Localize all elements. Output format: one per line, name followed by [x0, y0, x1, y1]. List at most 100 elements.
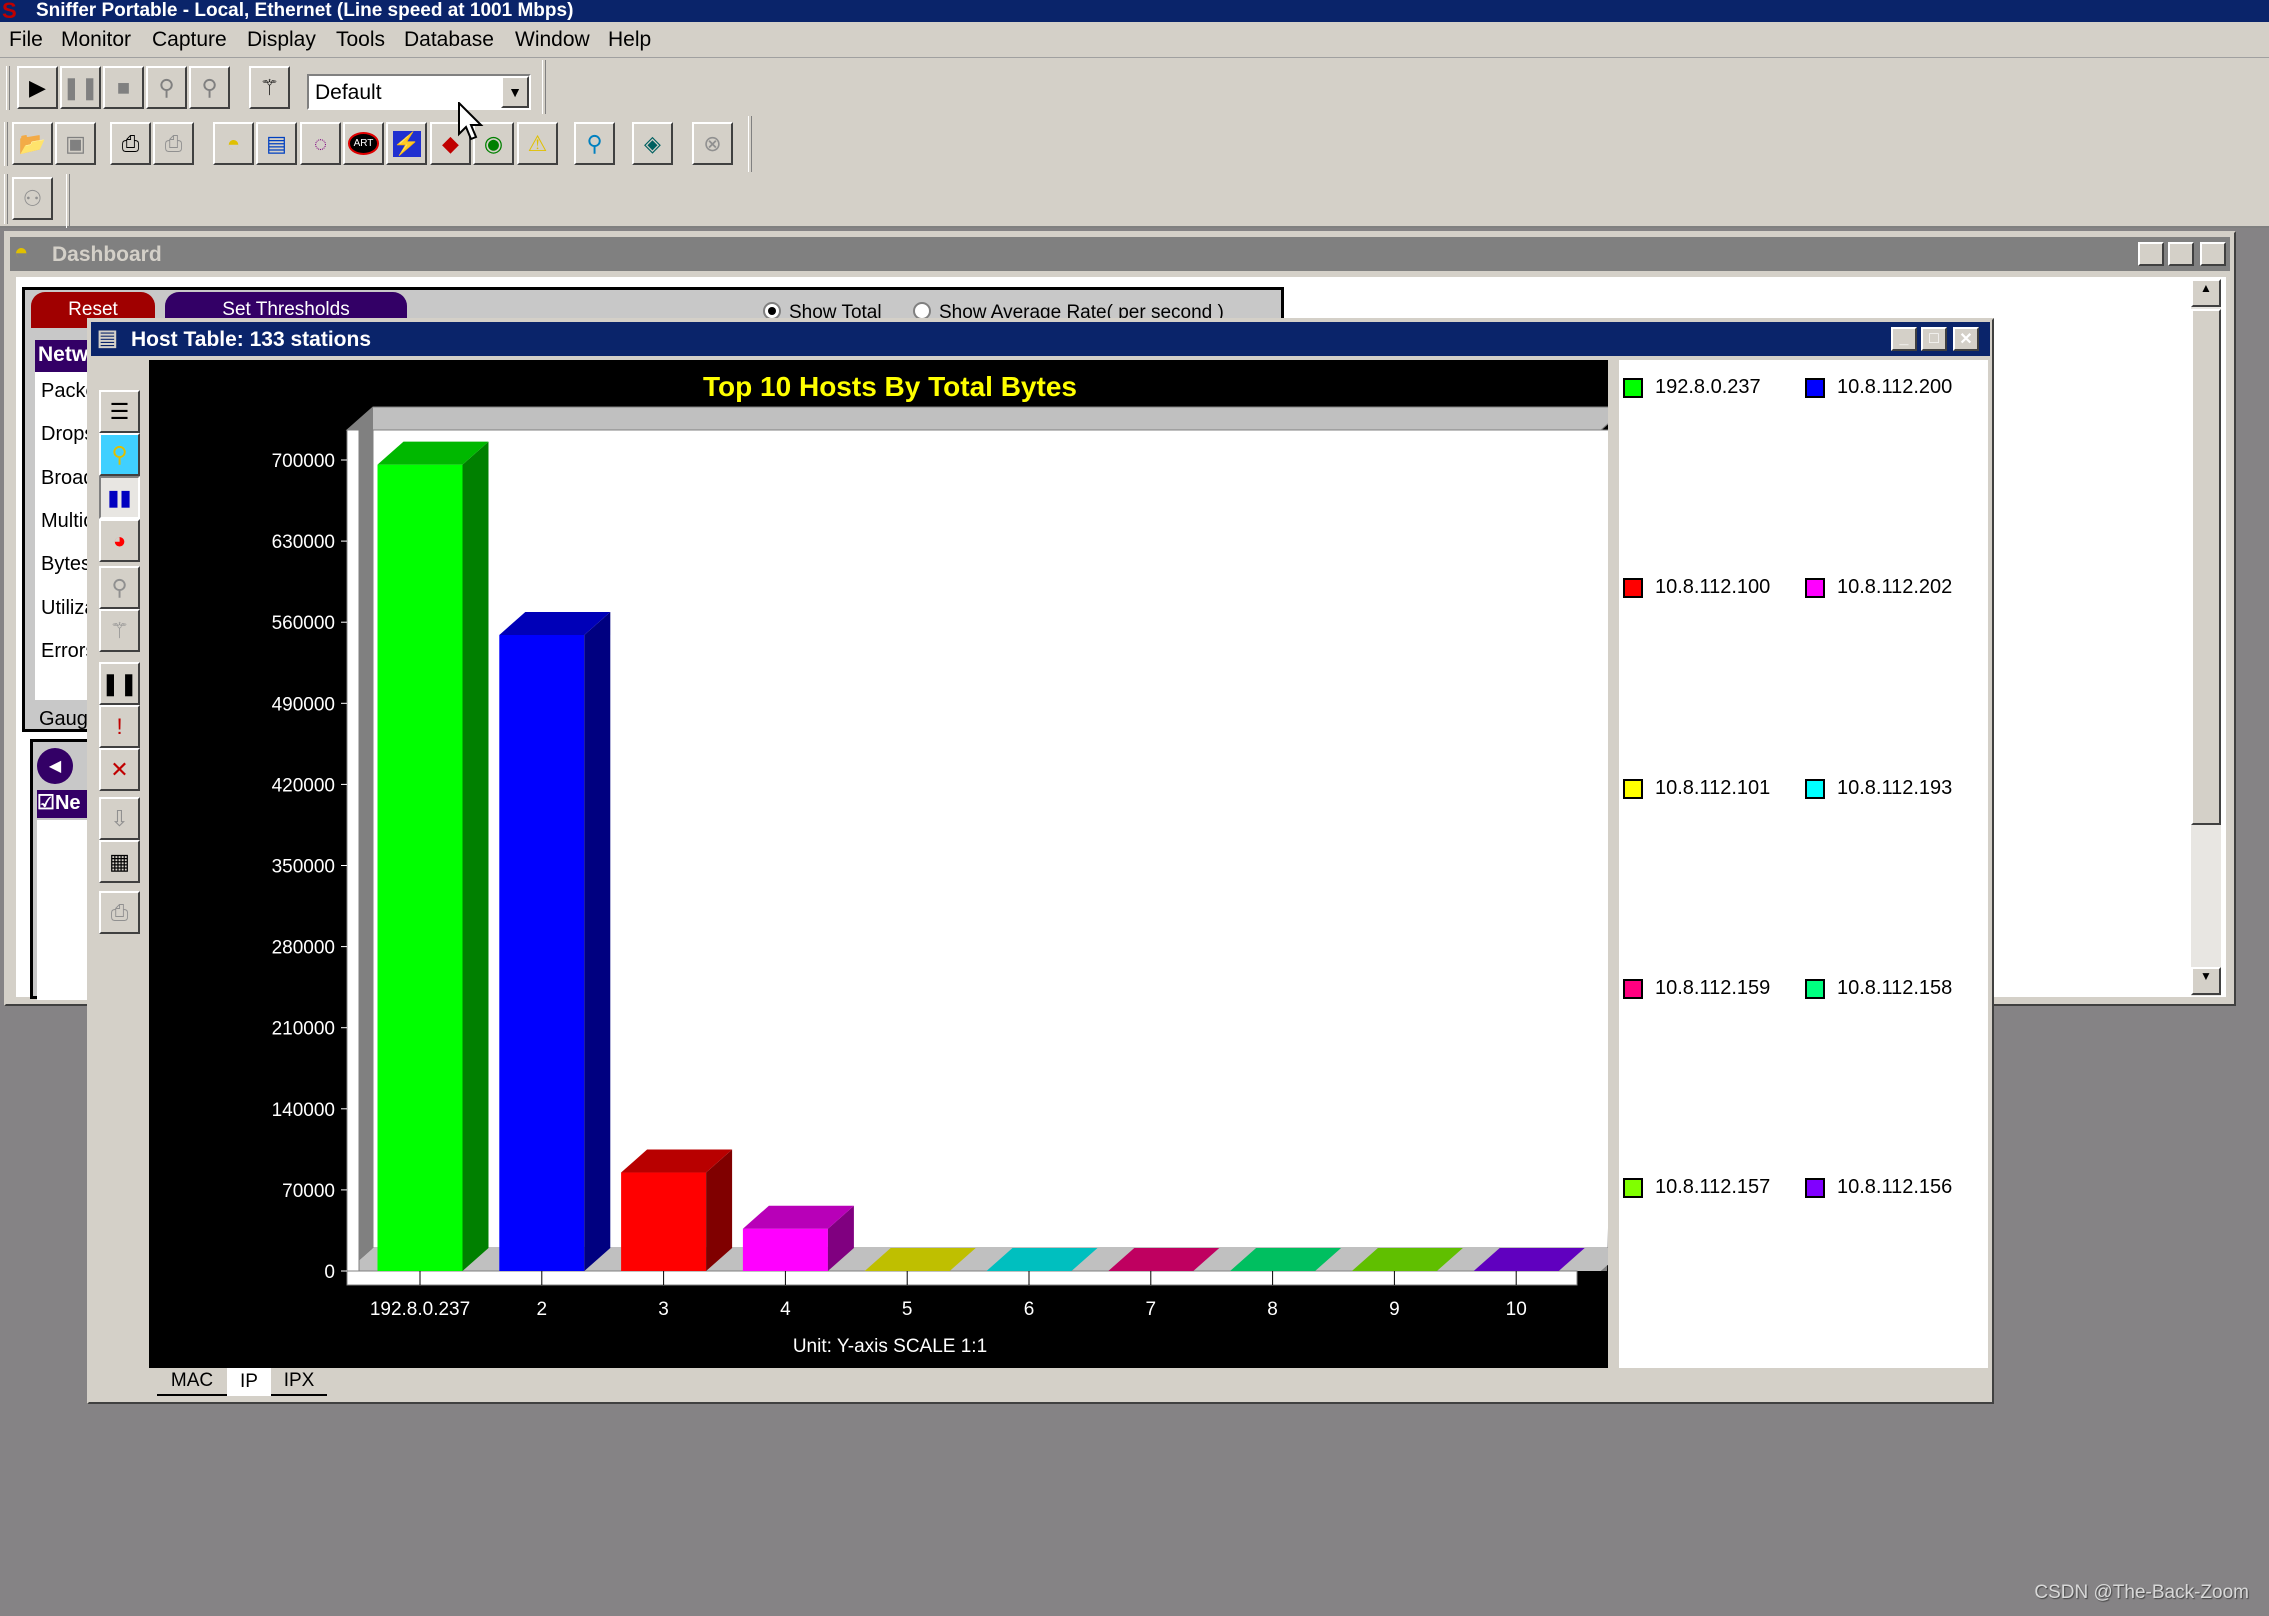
legend-item: 192.8.0.237	[1623, 376, 1761, 399]
tab-mac[interactable]: MAC	[157, 1368, 227, 1396]
alert-button[interactable]: !	[99, 705, 140, 748]
x-axis-strip	[346, 1270, 1578, 1286]
open-button[interactable]: 📂	[12, 122, 53, 165]
detail-header-label: Ne	[54, 792, 81, 814]
expert-button[interactable]: ⊗	[692, 122, 733, 165]
toolbar-grip[interactable]	[4, 174, 8, 224]
y-tick-label: 70000	[282, 1181, 335, 1202]
chart-title: Top 10 Hosts By Total Bytes	[703, 371, 1077, 402]
host-table-title-bar[interactable]: ▤ Host Table: 133 stations _ □ ✕	[91, 322, 1990, 356]
start-capture-button[interactable]: ▶	[17, 66, 58, 109]
bar-chart-svg: Top 10 Hosts By Total Bytes Unit: Y-axis…	[272, 371, 1629, 1357]
properties-button[interactable]: ▦	[99, 840, 140, 883]
tab-ip[interactable]: IP	[227, 1368, 271, 1396]
close-button[interactable]: ✕	[2200, 242, 2226, 266]
save-button[interactable]: ▣	[55, 122, 96, 165]
print-setup-button[interactable]: ⎙	[153, 122, 194, 165]
pay-button[interactable]: ⚇	[12, 177, 53, 220]
legend-label: 10.8.112.101	[1655, 777, 1771, 799]
legend-item: 10.8.112.158	[1805, 977, 1952, 1000]
legend-swatch	[1623, 1177, 1643, 1198]
minimize-button[interactable]: _	[2138, 242, 2164, 266]
menu-monitor[interactable]: Monitor	[61, 28, 131, 52]
x-icon: ✕	[110, 756, 129, 782]
toolbar-grip[interactable]	[6, 66, 10, 110]
toolbar-grip[interactable]	[4, 122, 8, 166]
host-table-icon: ▤	[97, 325, 118, 350]
menu-window[interactable]: Window	[515, 28, 590, 52]
legend-item: 10.8.112.159	[1623, 977, 1770, 1000]
menu-database[interactable]: Database	[404, 28, 494, 52]
toolbar-separator	[542, 60, 546, 114]
print-button[interactable]: ⎙	[99, 891, 140, 934]
pause-button[interactable]: ❚❚	[60, 66, 101, 109]
x-tick-label: 5	[902, 1299, 913, 1320]
bar-front-3	[621, 1172, 707, 1271]
dashboard-button[interactable]: ◓	[213, 122, 254, 165]
detail-view-button[interactable]: ⚲	[99, 433, 140, 476]
table-view-button[interactable]: ☰	[99, 390, 140, 433]
menu-file[interactable]: File	[9, 28, 43, 52]
scroll-thumb[interactable]	[2191, 309, 2221, 825]
chevron-down-icon[interactable]: ▼	[501, 76, 529, 108]
host-table-button[interactable]: ▤	[256, 122, 297, 165]
legend-swatch	[1805, 1177, 1825, 1198]
stat-bytes: Bytes	[41, 553, 92, 575]
menu-display[interactable]: Display	[247, 28, 316, 52]
dashboard-title-bar[interactable]: ◓ Dashboard _ □ ✕	[10, 237, 2230, 271]
define-filter-button[interactable]: ⚲	[99, 566, 140, 609]
clear-button[interactable]: ✕	[99, 748, 140, 791]
y-tick-label: 700000	[272, 451, 335, 472]
maximize-button[interactable]: □	[2168, 242, 2194, 266]
scroll-down-icon[interactable]: ▼	[2191, 967, 2221, 995]
menu-capture[interactable]: Capture	[152, 28, 227, 52]
menu-tools[interactable]: Tools	[336, 28, 385, 52]
exclamation-icon: !	[116, 713, 123, 739]
y-tick-label: 280000	[272, 938, 335, 959]
protocol-distribution-icon: ◆	[442, 130, 459, 156]
select-filter-button[interactable]: ◈	[632, 122, 673, 165]
print-button[interactable]: ⎙	[110, 122, 151, 165]
legend-swatch	[1805, 978, 1825, 999]
menu-help[interactable]: Help	[608, 28, 651, 52]
app-title-bar: S Sniffer Portable - Local, Ethernet (Li…	[0, 0, 2269, 22]
bar-front-4	[742, 1228, 828, 1271]
filter-icon: ⚲	[111, 574, 128, 600]
close-button[interactable]: ✕	[1953, 327, 1979, 351]
legend-swatch	[1805, 577, 1825, 598]
dashboard-scrollbar[interactable]: ▲ ▼	[2191, 279, 2221, 996]
host-table-icon: ▤	[266, 130, 287, 156]
wizard-button[interactable]: ⚚	[99, 609, 140, 652]
table-icon: ☰	[109, 398, 130, 424]
back-arrow-icon[interactable]: ◀	[37, 748, 73, 784]
pie-chart-button[interactable]: ◕	[99, 519, 140, 562]
wand-icon: ⚚	[259, 74, 280, 100]
art-button[interactable]: ART	[343, 122, 384, 165]
chart-legend: 192.8.0.237 10.8.112.200 10.8.112.100 10.8.…	[1615, 360, 1988, 1368]
tab-ipx[interactable]: IPX	[271, 1368, 327, 1396]
minimize-button[interactable]: _	[1891, 327, 1917, 351]
matrix-button[interactable]: ◌	[300, 122, 341, 165]
define-filter-button[interactable]: ⚲	[574, 122, 615, 165]
pause-button[interactable]: ❚❚	[99, 662, 140, 705]
global-statistics-icon: ◉	[483, 130, 504, 156]
maximize-button[interactable]: □	[1921, 327, 1947, 351]
history-samples-button[interactable]: ⚡	[386, 122, 427, 165]
profile-select[interactable]: Default ▼	[307, 74, 531, 110]
stop-and-display-button[interactable]: ⚲	[146, 66, 187, 109]
x-tick-label: 9	[1389, 1299, 1400, 1320]
bar-chart-button[interactable]: ▮▮	[99, 476, 140, 519]
display-button[interactable]: ⚲	[189, 66, 230, 109]
checkbox-icon[interactable]: ☑	[37, 792, 55, 814]
stop-button[interactable]: ■	[103, 66, 144, 109]
legend-label: 10.8.112.159	[1655, 977, 1771, 999]
wizard-button[interactable]: ⚚	[249, 66, 290, 109]
play-icon: ▶	[29, 74, 46, 100]
matrix-icon: ◌	[313, 130, 328, 156]
scroll-up-icon[interactable]: ▲	[2191, 279, 2221, 307]
pause-icon: ❚❚	[101, 670, 138, 696]
address-tabs: MAC IP IPX	[155, 1368, 555, 1398]
alarm-log-button[interactable]: ⚠	[517, 122, 558, 165]
open-folder-icon: 📂	[18, 130, 47, 156]
export-button[interactable]: ⇩	[99, 797, 140, 840]
